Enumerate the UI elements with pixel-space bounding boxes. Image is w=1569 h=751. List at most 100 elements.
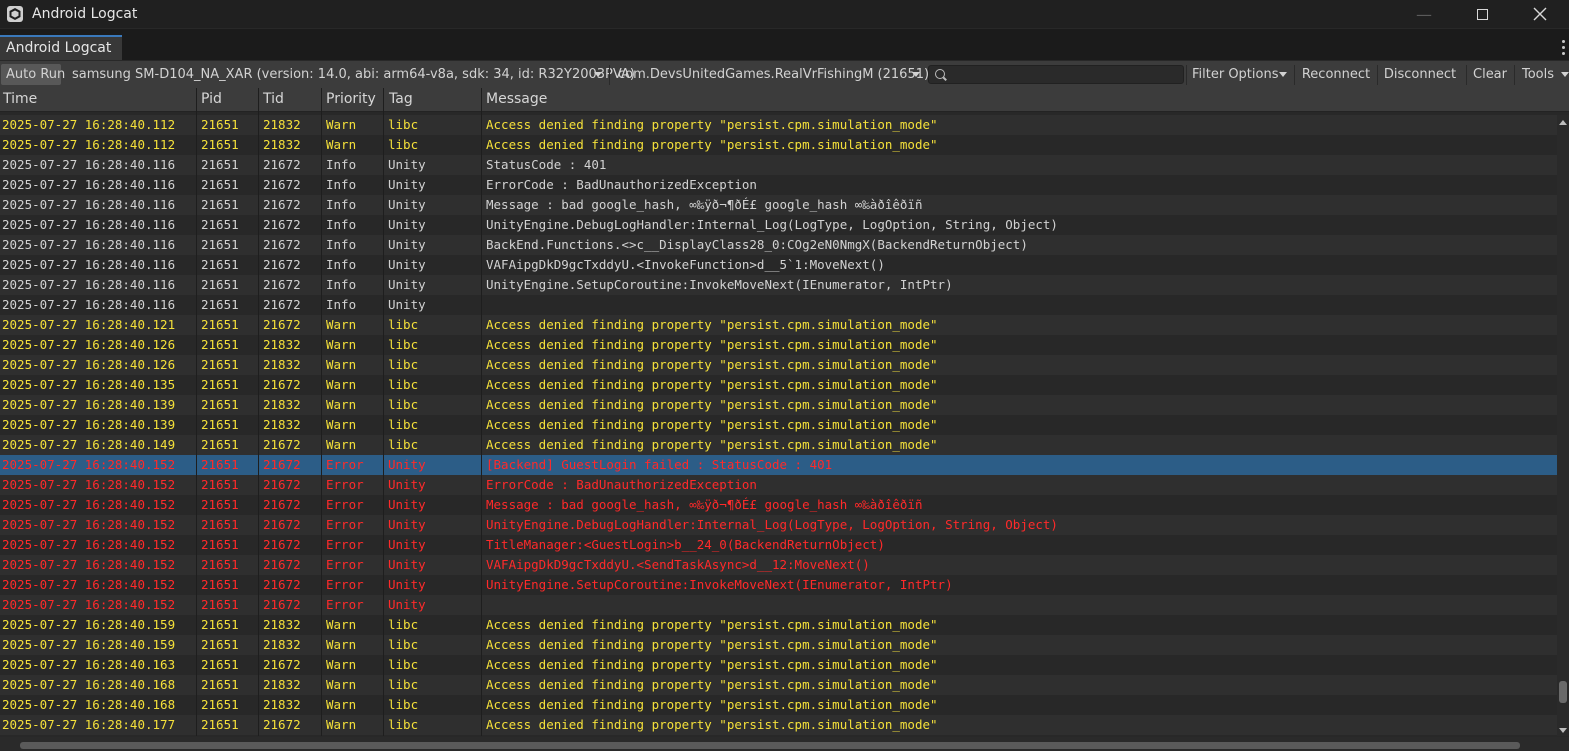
log-message-cell: Message : bad google_hash, ∞‰ÿð¬¶ðÉ£ goo… [486,197,923,212]
column-tid[interactable]: Tid [260,88,322,111]
column-tag[interactable]: Tag [386,88,480,111]
log-message-cell: Access denied finding property "persist.… [486,377,938,392]
close-button[interactable] [1511,0,1569,28]
log-row[interactable]: 2025-07-27 16:28:40.177 21651 21672 Warn lib… [0,715,1557,735]
log-row[interactable]: 2025-07-27 16:28:40.168 21651 21832 Warn lib… [0,695,1557,715]
vertical-scrollbar[interactable] [1557,115,1569,736]
log-priority-cell: Warn [326,697,357,712]
log-time-cell: 2025-07-27 16:28:40.163 [2,657,176,672]
log-pid-cell: 21651 [201,217,239,232]
horizontal-scrollbar[interactable] [0,737,1569,751]
log-row[interactable]: 2025-07-27 16:28:40.152 21651 21672 Error Un… [0,475,1557,495]
log-priority-cell: Error [326,477,364,492]
log-tid-cell: 21672 [263,297,301,312]
column-pid[interactable]: Pid [198,88,258,111]
log-pid-cell: 21651 [201,437,239,452]
log-message-cell: Message : bad google_hash, ∞‰ÿð¬¶ðÉ£ goo… [486,497,923,512]
minimize-button[interactable]: — [1395,0,1453,28]
column-time[interactable]: Time [0,88,196,111]
log-list[interactable]: 2025-07-27 16:28:40.112 21651 21832 Warn lib… [0,115,1557,736]
log-message-cell: Access denied finding property "persist.… [486,357,938,372]
log-tag-cell: libc [388,637,419,652]
log-tid-cell: 21832 [263,637,301,652]
log-pid-cell: 21651 [201,717,239,732]
column-header: Time Pid Tid Priority Tag Message [0,88,1569,112]
log-row[interactable]: 2025-07-27 16:28:40.159 21651 21832 Warn lib… [0,635,1557,655]
log-row[interactable]: 2025-07-27 16:28:40.116 21651 21672 Info Uni… [0,235,1557,255]
tab-android-logcat[interactable]: Android Logcat [0,35,122,60]
log-row[interactable]: 2025-07-27 16:28:40.112 21651 21832 Warn lib… [0,135,1557,155]
title-bar: Android Logcat — [0,0,1569,28]
log-message-cell: Access denied finding property "persist.… [486,637,938,652]
log-row[interactable]: 2025-07-27 16:28:40.152 21651 21672 Error Un… [0,535,1557,555]
log-row[interactable]: 2025-07-27 16:28:40.116 21651 21672 Info Uni… [0,215,1557,235]
clear-button[interactable]: Clear [1468,61,1512,88]
log-pid-cell: 21651 [201,457,239,472]
log-row[interactable]: 2025-07-27 16:28:40.139 21651 21832 Warn lib… [0,415,1557,435]
search-box[interactable] [928,65,1184,85]
search-input[interactable] [949,66,1183,85]
scroll-up-icon[interactable] [1559,120,1567,125]
log-row[interactable]: 2025-07-27 16:28:40.116 21651 21672 Info Uni… [0,275,1557,295]
log-row[interactable]: 2025-07-27 16:28:40.163 21651 21672 Warn lib… [0,655,1557,675]
log-time-cell: 2025-07-27 16:28:40.116 [2,157,176,172]
log-row[interactable]: 2025-07-27 16:28:40.149 21651 21672 Warn lib… [0,435,1557,455]
log-tag-cell: libc [388,677,419,692]
log-tid-cell: 21672 [263,717,301,732]
log-row[interactable]: 2025-07-27 16:28:40.126 21651 21832 Warn lib… [0,335,1557,355]
log-row[interactable]: 2025-07-27 16:28:40.152 21651 21672 Error Un… [0,575,1557,595]
tab-bar: Android Logcat [0,29,1569,60]
log-tag-cell: libc [388,717,419,732]
log-tid-cell: 21832 [263,677,301,692]
package-dropdown[interactable]: com.DevsUnitedGames.RealVrFishingM (2165… [612,61,929,88]
log-row[interactable]: 2025-07-27 16:28:40.116 21651 21672 Info Uni… [0,175,1557,195]
log-priority-cell: Warn [326,677,357,692]
log-row[interactable]: 2025-07-27 16:28:40.159 21651 21832 Warn lib… [0,615,1557,635]
log-row[interactable]: 2025-07-27 16:28:40.152 21651 21672 Error Un… [0,515,1557,535]
log-time-cell: 2025-07-27 16:28:40.152 [2,497,176,512]
filter-options-label: Filter Options [1192,67,1279,82]
filter-options-dropdown[interactable]: Filter Options [1187,61,1291,88]
log-tag-cell: libc [388,317,419,332]
reconnect-button[interactable]: Reconnect [1297,61,1375,88]
log-tid-cell: 21672 [263,237,301,252]
scroll-down-icon[interactable] [1559,728,1567,733]
log-time-cell: 2025-07-27 16:28:40.112 [2,137,176,152]
log-time-cell: 2025-07-27 16:28:40.159 [2,637,176,652]
log-row[interactable]: 2025-07-27 16:28:40.116 21651 21672 Info Uni… [0,295,1557,315]
log-time-cell: 2025-07-27 16:28:40.152 [2,537,176,552]
log-row[interactable]: 2025-07-27 16:28:40.152 21651 21672 Error Un… [0,455,1557,475]
log-message-cell: Access denied finding property "persist.… [486,717,938,732]
log-tid-cell: 21832 [263,137,301,152]
log-row[interactable]: 2025-07-27 16:28:40.152 21651 21672 Error Un… [0,495,1557,515]
disconnect-button[interactable]: Disconnect [1379,61,1461,88]
maximize-button[interactable] [1453,0,1511,28]
tools-dropdown[interactable]: Tools [1516,61,1569,88]
column-priority[interactable]: Priority [323,88,383,111]
log-tag-cell: Unity [388,457,426,472]
log-row[interactable]: 2025-07-27 16:28:40.126 21651 21832 Warn lib… [0,355,1557,375]
log-message-cell: Access denied finding property "persist.… [486,697,938,712]
log-row[interactable]: 2025-07-27 16:28:40.152 21651 21672 Error Un… [0,555,1557,575]
kebab-menu-icon[interactable] [1562,40,1565,55]
vertical-scroll-thumb[interactable] [1559,681,1567,703]
column-message[interactable]: Message [483,88,1553,111]
log-priority-cell: Error [326,557,364,572]
log-row[interactable]: 2025-07-27 16:28:40.152 21651 21672 Error Un… [0,595,1557,615]
log-row[interactable]: 2025-07-27 16:28:40.116 21651 21672 Info Uni… [0,255,1557,275]
log-time-cell: 2025-07-27 16:28:40.116 [2,237,176,252]
log-row[interactable]: 2025-07-27 16:28:40.139 21651 21832 Warn lib… [0,395,1557,415]
log-row[interactable]: 2025-07-27 16:28:40.112 21651 21832 Warn lib… [0,115,1557,135]
log-row[interactable]: 2025-07-27 16:28:40.116 21651 21672 Info Uni… [0,195,1557,215]
log-tid-cell: 21672 [263,217,301,232]
log-priority-cell: Error [326,517,364,532]
log-tag-cell: libc [388,377,419,392]
log-pid-cell: 21651 [201,277,239,292]
log-row[interactable]: 2025-07-27 16:28:40.168 21651 21832 Warn lib… [0,675,1557,695]
device-dropdown[interactable]: samsung SM-D104_NA_XAR (version: 14.0, a… [66,61,635,88]
auto-run-button[interactable]: Auto Run [1,64,65,85]
log-row[interactable]: 2025-07-27 16:28:40.121 21651 21672 Warn lib… [0,315,1557,335]
horizontal-scroll-thumb[interactable] [20,742,1520,749]
log-row[interactable]: 2025-07-27 16:28:40.116 21651 21672 Info Uni… [0,155,1557,175]
log-row[interactable]: 2025-07-27 16:28:40.135 21651 21672 Warn lib… [0,375,1557,395]
